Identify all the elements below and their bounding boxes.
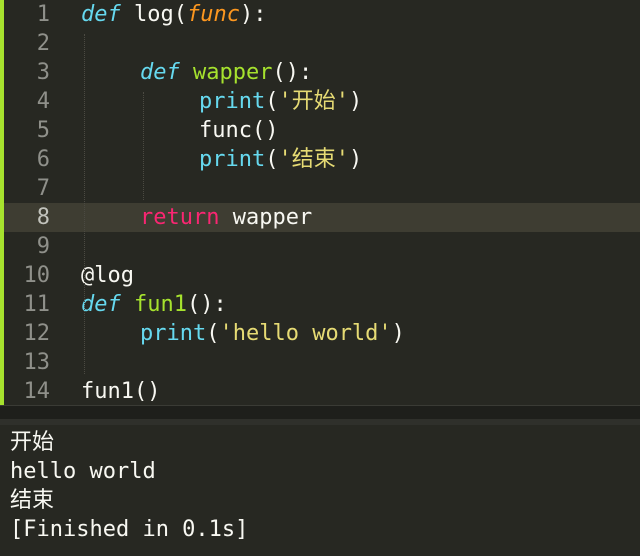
builtin-print: print — [199, 89, 266, 114]
code-line-active[interactable]: 8 return wapper — [0, 203, 640, 232]
keyword-def: def — [81, 292, 121, 317]
line-number: 13 — [23, 350, 51, 375]
code-line[interactable]: 3 def wapper(): — [0, 58, 640, 87]
code-text[interactable]: def wapper(): — [140, 58, 312, 87]
line-number: 11 — [23, 292, 51, 317]
parameter: func — [187, 2, 240, 27]
function-name: fun1 — [134, 292, 187, 317]
output-line: hello world — [10, 459, 156, 484]
code-text[interactable]: @log — [81, 261, 134, 290]
code-line[interactable]: 5 func() — [0, 116, 640, 145]
code-line[interactable]: 12 print('hello world') — [0, 319, 640, 348]
indent-guide — [84, 34, 85, 374]
code-text[interactable]: print('结束') — [199, 145, 362, 174]
line-number: 4 — [36, 89, 50, 114]
code-line[interactable]: 11 def fun1(): — [0, 290, 640, 319]
code-line[interactable]: 6 print('结束') — [0, 145, 640, 174]
keyword-def: def — [81, 2, 121, 27]
line-number: 5 — [36, 118, 50, 143]
function-name: log — [134, 2, 174, 27]
code-line[interactable]: 14 fun1() — [0, 377, 640, 405]
code-text[interactable]: def fun1(): — [81, 290, 227, 319]
sublime-text-window: 1 def log(func): 2 3 def wapper(): 4 pri… — [0, 0, 640, 556]
code-line[interactable]: 13 — [0, 348, 640, 377]
code-text[interactable]: fun1() — [81, 377, 160, 405]
code-line[interactable]: 2 — [0, 29, 640, 58]
function-call: fun1() — [81, 379, 161, 404]
code-line[interactable]: 7 — [0, 174, 640, 203]
code-line[interactable]: 10 @log — [0, 261, 640, 290]
code-text[interactable]: func() — [199, 116, 278, 145]
line-number: 14 — [23, 379, 51, 404]
line-number: 10 — [23, 263, 51, 288]
build-output-panel[interactable]: 开始 hello world 结束 [Finished in 0.1s] — [0, 425, 640, 556]
line-number: 3 — [36, 60, 50, 85]
code-line[interactable]: 4 print('开始') — [0, 87, 640, 116]
keyword-return: return — [140, 205, 220, 230]
builtin-print: print — [199, 147, 266, 172]
string-literal: '结束' — [278, 147, 349, 172]
decorator: @log — [81, 263, 134, 288]
code-text[interactable]: return wapper — [140, 203, 312, 232]
code-text[interactable]: def log(func): — [81, 0, 266, 29]
code-line[interactable]: 9 — [0, 232, 640, 261]
line-number: 8 — [36, 205, 50, 230]
code-text[interactable]: print('hello world') — [140, 319, 405, 348]
line-number: 6 — [36, 147, 50, 172]
line-number: 9 — [36, 234, 50, 259]
code-editor[interactable]: 1 def log(func): 2 3 def wapper(): 4 pri… — [0, 0, 640, 405]
code-text[interactable]: print('开始') — [199, 87, 362, 116]
string-literal: 'hello world' — [219, 321, 392, 346]
line-number: 7 — [36, 176, 50, 201]
function-name: wapper — [193, 60, 273, 85]
string-literal: '开始' — [278, 89, 349, 114]
line-number: 12 — [23, 321, 51, 346]
line-number: 1 — [36, 2, 50, 27]
builtin-print: print — [140, 321, 207, 346]
keyword-def: def — [140, 60, 180, 85]
output-line: 结束 — [10, 488, 55, 513]
output-line: 开始 — [10, 430, 55, 455]
line-number: 2 — [36, 31, 50, 56]
output-finished-status: [Finished in 0.1s] — [10, 517, 249, 542]
gutter-modified-bar — [0, 0, 4, 405]
indent-guide — [143, 92, 144, 200]
code-line[interactable]: 1 def log(func): — [0, 0, 640, 29]
function-call: func() — [199, 118, 279, 143]
